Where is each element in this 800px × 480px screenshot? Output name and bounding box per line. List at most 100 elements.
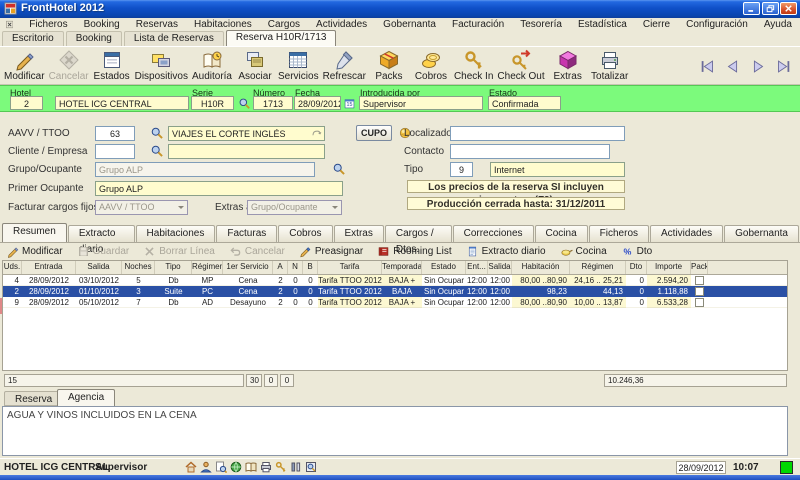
aavv-code-field[interactable]: 63 <box>95 126 135 141</box>
toolbar-button-estados[interactable]: Estados <box>91 48 133 83</box>
grid-column-header-n[interactable]: N <box>288 261 303 274</box>
section-tab-cocina[interactable]: Cocina <box>535 225 588 242</box>
zoom-icon[interactable] <box>305 461 317 473</box>
user-icon[interactable] <box>200 461 212 473</box>
calendar-icon[interactable]: 15 <box>343 97 356 110</box>
cliente-search-icon[interactable] <box>150 144 164 158</box>
grid-column-header-tarifa[interactable]: Tarifa <box>318 261 382 274</box>
menu-item-estad-stica[interactable]: Estadística <box>570 18 635 31</box>
grid-column-header-uds[interactable]: Uds. <box>3 261 22 274</box>
menu-item-ayuda[interactable]: Ayuda <box>756 18 800 31</box>
section-tab-cargos-dtos[interactable]: Cargos / Dtos. <box>385 225 452 242</box>
menu-item-facturaci-n[interactable]: Facturación <box>444 18 512 31</box>
last-record-button[interactable] <box>774 59 792 74</box>
tipo-code-field[interactable]: 9 <box>450 162 473 177</box>
grupo-field[interactable]: Grupo ALP <box>95 162 315 177</box>
grid-column-header-importe[interactable]: Importe <box>647 261 691 274</box>
book-icon[interactable] <box>245 461 257 473</box>
next-record-button[interactable] <box>749 59 767 74</box>
toolbar-button-check-in[interactable]: Check In <box>452 48 495 83</box>
toolbar-button-extras[interactable]: Extras <box>547 48 589 83</box>
toolbar-button-check-out[interactable]: Check Out <box>495 48 546 83</box>
close-button[interactable] <box>780 2 797 15</box>
toolbar-button-cobros[interactable]: Cobros <box>410 48 452 83</box>
toolbar-button-modificar[interactable]: Modificar <box>2 48 47 83</box>
grid-column-header-estado[interactable]: Estado <box>422 261 466 274</box>
grid-column-header-habitaci-n[interactable]: Habitación <box>512 261 570 274</box>
pack-checkbox[interactable] <box>695 287 704 296</box>
grid-column-header-a[interactable]: A <box>273 261 288 274</box>
grid-column-header-salida[interactable]: Salida <box>76 261 122 274</box>
toolbar-button-asociar[interactable]: Asociar <box>234 48 276 83</box>
section-tab-gobernanta[interactable]: Gobernanta <box>724 225 799 242</box>
contacto-field[interactable] <box>450 144 610 159</box>
grid-column-header-noches[interactable]: Noches <box>122 261 155 274</box>
tab-agencia[interactable]: Agencia <box>57 389 115 406</box>
section-tab-facturas[interactable]: Facturas <box>216 225 277 242</box>
key-icon[interactable] <box>275 461 287 473</box>
serie-field[interactable]: H10R <box>191 96 234 110</box>
agency-notes-field[interactable]: AGUA Y VINOS INCLUIDOS EN LA CENA <box>2 406 788 456</box>
hotel-name-field[interactable]: HOTEL ICG CENTRAL <box>55 96 189 110</box>
numero-field[interactable]: 1713 <box>253 96 293 110</box>
section-tab-actividades[interactable]: Actividades <box>650 225 723 242</box>
columns-icon[interactable] <box>290 461 302 473</box>
pack-checkbox[interactable] <box>695 276 704 285</box>
grid-column-header-tipo[interactable]: Tipo <box>155 261 192 274</box>
menu-item-reservas[interactable]: Reservas <box>128 18 186 31</box>
restore-button[interactable] <box>762 2 779 15</box>
line-toolbar-button-cancelar[interactable]: Cancelar <box>229 245 285 258</box>
menu-item-tesorer-a[interactable]: Tesorería <box>512 18 570 31</box>
localizador-field[interactable] <box>450 126 625 141</box>
grid-column-header-entrada[interactable]: Entrada <box>22 261 76 274</box>
doc-tab-escritorio[interactable]: Escritorio <box>2 31 64 46</box>
grid-row[interactable]: 428/09/201203/10/20125DbMPCena200Tarifa … <box>3 275 787 286</box>
printer-icon[interactable] <box>260 461 272 473</box>
hotel-code-field[interactable]: 2 <box>10 96 43 110</box>
child-window-close-icon[interactable] <box>6 19 13 30</box>
section-tab-correcciones[interactable]: Correcciones <box>453 225 534 242</box>
cliente-code-field[interactable] <box>95 144 135 159</box>
menu-item-gobernanta[interactable]: Gobernanta <box>375 18 444 31</box>
doc-tab-booking[interactable]: Booking <box>66 31 122 46</box>
grid-column-header-pack[interactable]: Pack <box>691 261 708 274</box>
extras-a-dropdown[interactable]: Grupo/Ocupante <box>247 200 342 215</box>
line-toolbar-button-borrar-l-nea[interactable]: Borrar Línea <box>143 245 215 258</box>
grid-column-header-r-gimen[interactable]: Régimen <box>192 261 223 274</box>
toolbar-button-servicios[interactable]: Servicios <box>276 48 321 83</box>
section-tab-habitaciones[interactable]: Habitaciones <box>136 225 216 242</box>
line-toolbar-button-modificar[interactable]: Modificar <box>6 245 63 258</box>
primer-ocupante-field[interactable]: Grupo ALP <box>95 181 343 196</box>
grid-column-header-salida[interactable]: Salida <box>488 261 512 274</box>
first-record-button[interactable] <box>699 59 717 74</box>
aavv-search-icon[interactable] <box>150 126 164 140</box>
toolbar-button-cancelar[interactable]: Cancelar <box>47 48 91 83</box>
menu-item-configuraci-n[interactable]: Configuración <box>678 18 756 31</box>
tab-reserva[interactable]: Reserva <box>4 391 63 406</box>
line-toolbar-button-dto[interactable]: %Dto <box>621 245 653 258</box>
cupo-button[interactable]: CUPO <box>356 125 392 141</box>
section-tab-resumen[interactable]: Resumen <box>2 223 67 242</box>
grid-column-header-1er-servicio[interactable]: 1er Servicio <box>223 261 273 274</box>
toolbar-button-totalizar[interactable]: Totalizar <box>589 48 631 83</box>
doc-tab-lista-de-reservas[interactable]: Lista de Reservas <box>124 31 224 46</box>
grid-column-header-dto[interactable]: Dto <box>626 261 647 274</box>
grupo-search-icon[interactable] <box>332 162 346 176</box>
grid-column-header-r-gimen[interactable]: Régimen <box>570 261 626 274</box>
line-toolbar-button-rooming-list[interactable]: Rooming List <box>377 245 451 258</box>
grid-row[interactable]: 928/09/201205/10/20127DbADDesayuno200Tar… <box>3 297 787 308</box>
grid-column-header-ent[interactable]: Ent... <box>466 261 488 274</box>
grid-column-header-b[interactable]: B <box>303 261 318 274</box>
introducida-por-field[interactable]: Supervisor <box>359 96 483 110</box>
aavv-name-field[interactable]: VIAJES EL CORTE INGLÉS <box>168 126 325 141</box>
globe-icon[interactable] <box>230 461 242 473</box>
toolbar-button-packs[interactable]: Packs <box>368 48 410 83</box>
section-tab-cobros[interactable]: Cobros <box>278 225 332 242</box>
pack-checkbox[interactable] <box>695 298 704 307</box>
line-toolbar-button-preasignar[interactable]: Preasignar <box>299 245 363 258</box>
section-tab-extracto-diario[interactable]: Extracto diario <box>68 225 135 242</box>
menu-item-ficheros[interactable]: Ficheros <box>21 18 75 31</box>
line-toolbar-button-cocina[interactable]: Cocina <box>560 245 607 258</box>
line-toolbar-button-extracto-diario[interactable]: Extracto diario <box>466 245 546 258</box>
section-tab-ficheros[interactable]: Ficheros <box>589 225 649 242</box>
